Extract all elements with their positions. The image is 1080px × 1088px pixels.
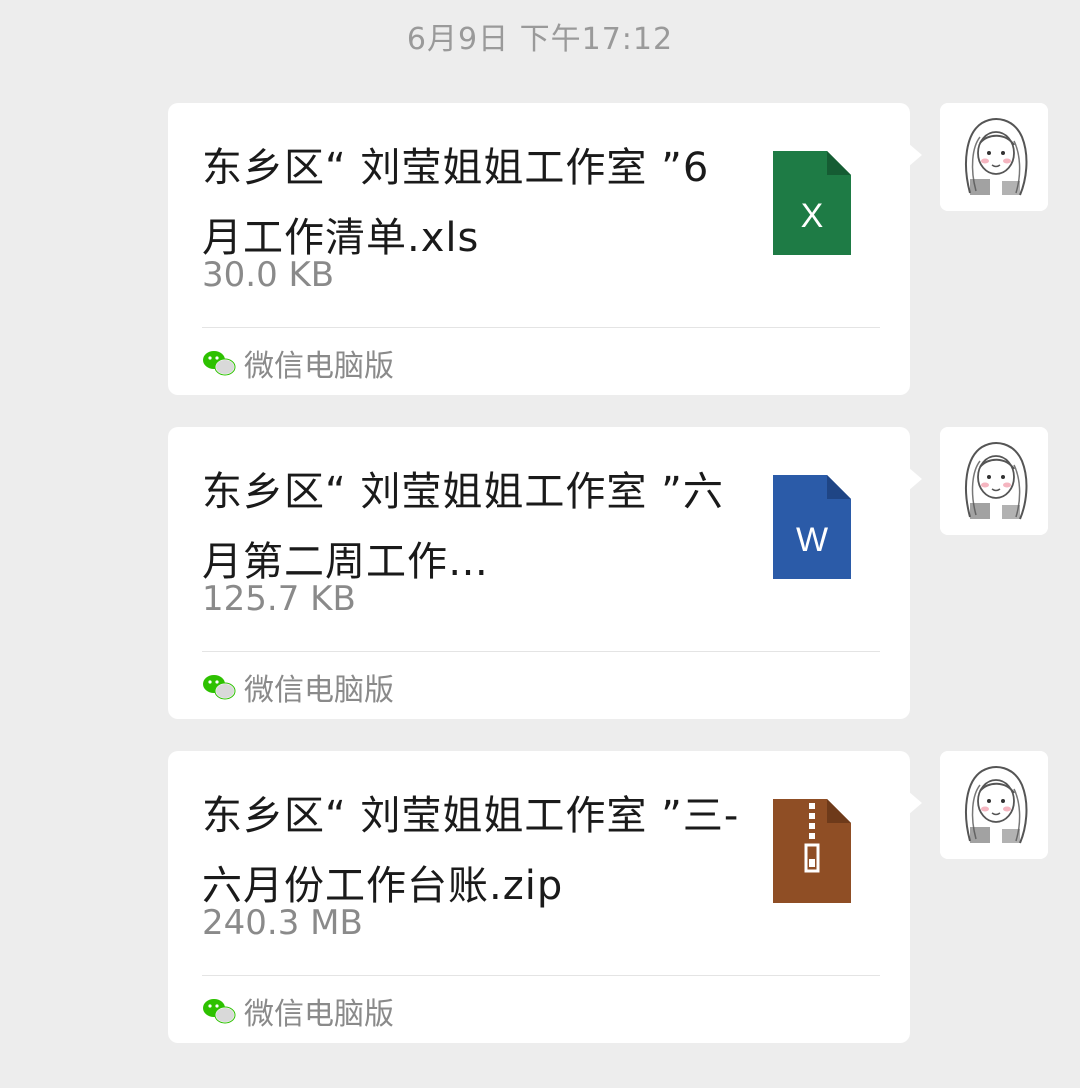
source-label: 微信电脑版 <box>244 673 394 708</box>
source-label: 微信电脑版 <box>244 349 394 384</box>
chat-timestamp: 6月9日 下午17:12 <box>406 22 674 57</box>
file-name: 东乡区“ 刘莹姐姐工作室 ”三-六月份工作台账.zip <box>202 793 740 909</box>
message-row: 东乡区“ 刘莹姐姐工作室 ”六月第二周工作… 125.7 KB W 微信电脑版 <box>0 427 1080 719</box>
avatar[interactable] <box>940 751 1048 859</box>
divider <box>202 327 880 328</box>
svg-text:W: W <box>796 521 828 559</box>
source-label: 微信电脑版 <box>244 997 394 1032</box>
avatar[interactable] <box>940 427 1048 535</box>
wechat-icon <box>203 351 236 376</box>
avatar-illustration-icon <box>940 427 1048 535</box>
wechat-icon <box>203 675 236 700</box>
source-row: 微信电脑版 <box>202 991 394 1032</box>
zip-file-icon <box>773 799 851 903</box>
word-file-icon: W <box>773 475 851 579</box>
excel-file-icon: X <box>773 151 851 255</box>
file-message-bubble[interactable]: 东乡区“ 刘莹姐姐工作室 ”三-六月份工作台账.zip 240.3 MB 微信电… <box>168 751 910 1043</box>
avatar-illustration-icon <box>940 103 1048 211</box>
file-message-bubble[interactable]: 东乡区“ 刘莹姐姐工作室 ”六月第二周工作… 125.7 KB W 微信电脑版 <box>168 427 910 719</box>
bubble-tail <box>908 791 922 815</box>
divider <box>202 975 880 976</box>
bubble-tail <box>908 143 922 167</box>
message-row: 东乡区“ 刘莹姐姐工作室 ”6 月工作清单.xls 30.0 KB X 微信电脑… <box>0 103 1080 395</box>
wechat-icon <box>203 999 236 1024</box>
avatar[interactable] <box>940 103 1048 211</box>
source-row: 微信电脑版 <box>202 343 394 384</box>
divider <box>202 651 880 652</box>
bubble-tail <box>908 467 922 491</box>
file-size: 240.3 MB <box>202 903 363 943</box>
svg-text:X: X <box>801 197 824 235</box>
file-message-bubble[interactable]: 东乡区“ 刘莹姐姐工作室 ”6 月工作清单.xls 30.0 KB X 微信电脑… <box>168 103 910 395</box>
file-size: 30.0 KB <box>202 255 335 295</box>
source-row: 微信电脑版 <box>202 667 394 708</box>
file-name: 东乡区“ 刘莹姐姐工作室 ”六月第二周工作… <box>202 469 724 585</box>
file-name: 东乡区“ 刘莹姐姐工作室 ”6 月工作清单.xls <box>202 145 710 261</box>
file-size: 125.7 KB <box>202 579 356 619</box>
avatar-illustration-icon <box>940 751 1048 859</box>
message-row: 东乡区“ 刘莹姐姐工作室 ”三-六月份工作台账.zip 240.3 MB 微信电… <box>0 751 1080 1043</box>
